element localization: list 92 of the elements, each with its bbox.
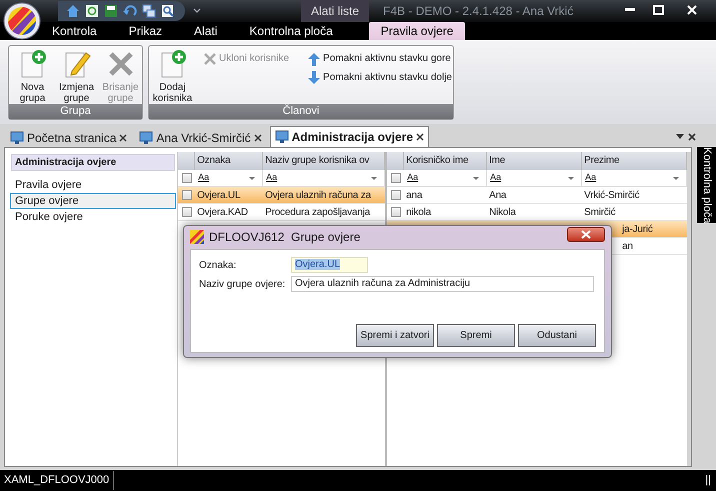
dialog-title: DFLOOVJ612 Grupe ovjere	[209, 228, 360, 246]
refresh-icon[interactable]	[85, 4, 99, 18]
scrollbar[interactable]	[687, 152, 691, 466]
table-row[interactable]: Ovjera.UL Ovjera ulaznih računa za	[178, 187, 386, 204]
filter-text[interactable]: Aa	[198, 171, 210, 185]
monitor-icon	[10, 130, 24, 144]
resize-grip[interactable]: ||	[705, 472, 711, 489]
checkbox[interactable]	[390, 207, 401, 217]
ribbon-tab[interactable]: Kontrola	[42, 22, 107, 40]
ribbon-button[interactable]: Nova grupa	[11, 49, 54, 104]
filter-text[interactable]: Aa	[266, 171, 278, 185]
window-title: F4B - DEMO - 2.4.1.428 - Ana Vrkić	[383, 3, 574, 20]
nav-item[interactable]: Grupe ovjere	[10, 193, 176, 209]
input-field[interactable]: Ovjera.UL	[291, 257, 368, 273]
checkbox[interactable]	[182, 190, 192, 200]
filter-text[interactable]: Aa	[407, 171, 418, 185]
table-cell: Nikola	[489, 206, 516, 218]
column-header[interactable]: Naziv grupe korisnika ov	[263, 152, 386, 170]
table-cell: Vrkić-Smirčić	[584, 190, 640, 200]
dialog-button[interactable]: Odustani	[518, 324, 596, 347]
ribbon-button[interactable]: Pomakni aktivnu stavku dolje	[307, 70, 452, 85]
caret-icon[interactable]	[673, 176, 680, 180]
save-icon[interactable]	[104, 4, 118, 18]
document-tab[interactable]: Administracija ovjere	[270, 126, 430, 147]
nav-item[interactable]: Poruke ovjere	[10, 209, 176, 225]
context-tab-label: Alati liste	[311, 3, 360, 20]
checkbox[interactable]	[390, 190, 401, 200]
close-icon[interactable]	[254, 134, 262, 142]
maximize-icon	[652, 5, 664, 15]
ribbon-tab[interactable]: Kontrolna ploča	[239, 22, 343, 40]
table-row[interactable]: ana Ana Vrkić-Smirčić	[387, 187, 688, 204]
arrow-down-icon	[307, 70, 322, 84]
table-cell: Ana	[489, 190, 506, 200]
document-tab[interactable]: Ana Vrkić-Smirčić	[135, 128, 266, 147]
ribbon-tab[interactable]: Alati	[184, 22, 228, 40]
column-header[interactable]: Korisničko ime	[404, 152, 488, 170]
side-tab[interactable]: Kontrolna ploča	[697, 147, 716, 224]
table-cell: Procedura zapošljavanja	[265, 206, 370, 218]
ribbon-button[interactable]: Izmjena grupe	[55, 49, 98, 104]
filter-text[interactable]: Aa	[490, 171, 502, 185]
close-icon[interactable]	[119, 134, 128, 142]
arrow-up-icon	[307, 52, 322, 66]
close-button[interactable]	[567, 227, 605, 242]
table-cell: ana	[406, 190, 422, 200]
dialog-button[interactable]: Spremi i zatvori	[356, 324, 434, 347]
checkbox[interactable]	[390, 173, 401, 183]
table-cell: ja-Jurić	[622, 224, 653, 234]
table-cell: Ovjera ulaznih računa za	[265, 190, 371, 200]
monitor-icon	[274, 130, 289, 144]
caret-icon[interactable]	[249, 176, 256, 180]
caret-icon[interactable]	[193, 8, 201, 14]
column-header[interactable]: Oznaka	[195, 152, 264, 170]
search-icon[interactable]	[161, 4, 175, 18]
group-label: Grupa	[9, 104, 142, 119]
table-row[interactable]: Ovjera.KAD Procedura zapošljavanja	[178, 204, 386, 221]
checkbox[interactable]	[182, 207, 192, 217]
filter-text[interactable]: Aa	[585, 171, 596, 185]
windows-icon[interactable]	[142, 4, 156, 18]
caret-icon[interactable]	[371, 176, 378, 180]
dialog-button[interactable]: Spremi	[437, 324, 515, 347]
close-icon	[687, 5, 697, 15]
monitor-icon	[139, 130, 154, 144]
field-label: Naziv grupe ovjere:	[199, 278, 286, 292]
column-header[interactable]: Ime	[487, 152, 582, 170]
ribbon-tab[interactable]: Pravila ovjere	[368, 22, 466, 40]
ribbon-button[interactable]: Pomakni aktivnu stavku gore	[307, 51, 452, 66]
ribbon-tab[interactable]: Prikaz	[118, 22, 172, 40]
checkbox[interactable]	[182, 173, 192, 183]
ribbon-button[interactable]: Dodaj korisnika	[151, 49, 194, 104]
cross-icon	[203, 52, 217, 66]
caret-icon[interactable]	[473, 176, 480, 180]
status-text: XAML_DFLOOVJ000	[0, 471, 114, 490]
table-cell: Smirčić	[584, 206, 616, 218]
table-cell: nikola	[406, 206, 432, 218]
undo-icon[interactable]	[123, 4, 137, 18]
field-label: Oznaka:	[199, 258, 238, 272]
app-logo	[190, 230, 204, 244]
caret-icon[interactable]	[568, 176, 574, 180]
home-icon[interactable]	[66, 4, 80, 18]
dropdown-icon[interactable]	[676, 134, 684, 140]
table-cell: an	[622, 240, 633, 252]
close-icon[interactable]	[688, 133, 696, 141]
table-cell: Ovjera.UL	[197, 190, 240, 200]
close-icon	[581, 230, 591, 239]
input-field[interactable]: Ovjera ulaznih računa za Administraciju	[291, 276, 594, 292]
minimize-icon	[625, 8, 635, 12]
panel-header: Administracija ovjere	[11, 154, 176, 171]
document-tab[interactable]: Početna stranica	[6, 128, 132, 147]
nav-item[interactable]: Pravila ovjere	[10, 177, 176, 193]
close-icon[interactable]	[416, 133, 424, 141]
table-cell: Ovjera.KAD	[197, 206, 248, 218]
group-label: Članovi	[149, 104, 453, 119]
